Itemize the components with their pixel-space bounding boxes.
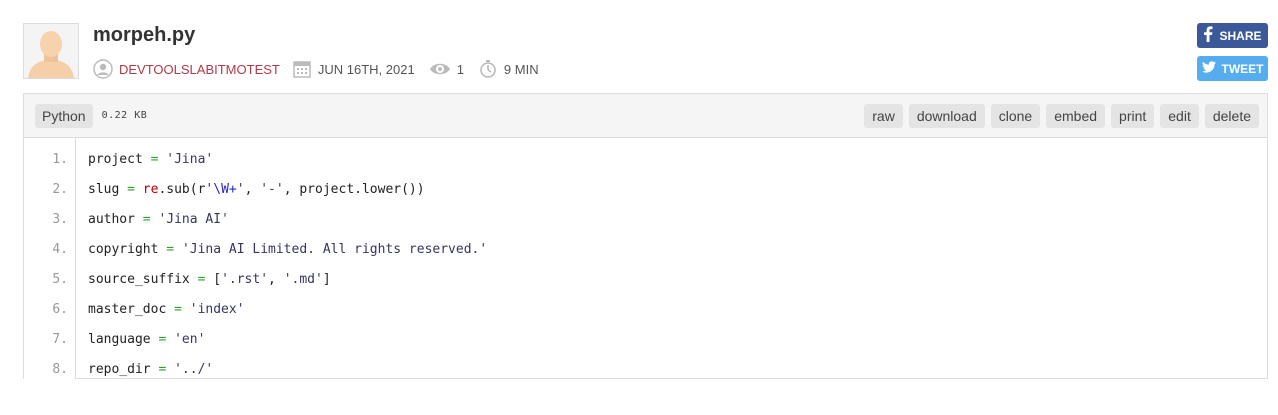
- code-token: '-': [260, 182, 284, 197]
- print-button[interactable]: print: [1111, 103, 1155, 128]
- paste-meta: DEVTOOLSLABITMOTEST JUN 16TH, 2021 1 9 M…: [93, 58, 539, 80]
- twitter-icon: [1201, 61, 1216, 76]
- code-token: master_doc: [88, 302, 175, 317]
- code-token: copyright: [88, 242, 167, 257]
- line-number: 5.: [52, 272, 68, 287]
- code-token: =: [166, 242, 175, 257]
- line-number: 1.: [52, 152, 68, 167]
- code-token: language: [88, 332, 159, 347]
- code-line: copyright = 'Jina AI Limited. All rights…: [88, 235, 487, 265]
- code-token: 'index': [189, 302, 245, 317]
- code-token: 'en': [174, 332, 206, 347]
- code-token: =: [174, 302, 182, 317]
- twitter-tweet-button[interactable]: TWEET: [1197, 56, 1268, 81]
- paste-date: JUN 16TH, 2021: [317, 61, 415, 77]
- paste-size: 0.22 KB: [101, 110, 148, 121]
- user-icon: [93, 59, 113, 79]
- code-line: project = 'Jina': [88, 145, 487, 175]
- delete-button[interactable]: delete: [1204, 103, 1259, 128]
- code-token: slug: [88, 182, 128, 197]
- language-badge[interactable]: Python: [35, 103, 93, 128]
- code-token: 'Jina AI Limited. All rights reserved.': [181, 242, 488, 257]
- code-token: ]: [322, 272, 331, 287]
- code-line: repo_dir = '../': [88, 355, 487, 385]
- code-line: language = 'en': [88, 325, 487, 355]
- code-toolbar: Python 0.22 KB raw download clone embed …: [24, 94, 1267, 138]
- code-token: repo_dir: [88, 362, 159, 377]
- code-token: =: [127, 182, 135, 197]
- code-token: source_suffix: [88, 272, 198, 287]
- line-number: 8.: [52, 362, 68, 377]
- code-token: '.md': [283, 272, 323, 287]
- code-token: 'Jina AI': [158, 212, 229, 227]
- view-count: 1: [456, 61, 464, 77]
- code-token: author: [88, 212, 143, 227]
- code-line: source_suffix = ['.rst', '.md']: [88, 265, 487, 295]
- edit-button[interactable]: edit: [1160, 103, 1199, 128]
- line-number: 4.: [52, 242, 68, 257]
- author-link[interactable]: DEVTOOLSLABITMOTEST: [119, 62, 280, 77]
- code-line: master_doc = 'index': [88, 295, 487, 325]
- download-button[interactable]: download: [908, 103, 985, 128]
- code-token: re: [142, 182, 159, 197]
- share-label: SHARE: [1219, 28, 1262, 43]
- code-actions: raw download clone embed print edit dele…: [864, 103, 1259, 128]
- line-number-gutter: 1. 2. 3. 4. 5. 6. 7. 8.: [24, 138, 76, 379]
- embed-button[interactable]: embed: [1046, 103, 1106, 128]
- code-token: ,: [268, 272, 284, 287]
- facebook-share-button[interactable]: SHARE: [1197, 23, 1268, 48]
- code-token: ': [236, 182, 245, 197]
- line-number: 7.: [52, 332, 68, 347]
- code-token: ,: [244, 182, 261, 197]
- code-token: '../': [174, 362, 214, 377]
- calendar-icon: [292, 59, 312, 79]
- paste-expiry: 9 MIN: [503, 61, 539, 77]
- stopwatch-icon: [478, 59, 498, 79]
- code-body: 1. 2. 3. 4. 5. 6. 7. 8. project = 'Jina' slug = …: [24, 138, 1267, 385]
- line-number: 6.: [52, 302, 68, 317]
- code-token: [: [205, 272, 222, 287]
- code-token: 'Jina': [166, 152, 214, 167]
- code-token: .sub(r: [158, 182, 206, 197]
- clone-button[interactable]: clone: [990, 103, 1041, 128]
- line-number: 2.: [52, 182, 68, 197]
- tweet-label: TWEET: [1221, 61, 1264, 76]
- code-lines: project = 'Jina' slug = re.sub(r'\W+', '-…: [76, 138, 487, 385]
- code-token: =: [142, 212, 151, 227]
- line-number: 3.: [52, 212, 68, 227]
- code-panel: Python 0.22 KB raw download clone embed …: [23, 93, 1268, 379]
- code-token: project: [88, 152, 151, 167]
- code-token: '.rst': [221, 272, 269, 287]
- paste-title: morpeh.py: [93, 24, 196, 46]
- eye-icon: [429, 59, 451, 79]
- code-line: author = 'Jina AI': [88, 205, 487, 235]
- code-token: , project.lower()): [283, 182, 425, 197]
- code-token: \W+: [213, 182, 237, 197]
- facebook-icon: [1203, 26, 1213, 45]
- code-line: slug = re.sub(r'\W+', '-', project.lower…: [88, 175, 487, 205]
- raw-button[interactable]: raw: [864, 103, 903, 128]
- author-avatar[interactable]: [23, 23, 79, 79]
